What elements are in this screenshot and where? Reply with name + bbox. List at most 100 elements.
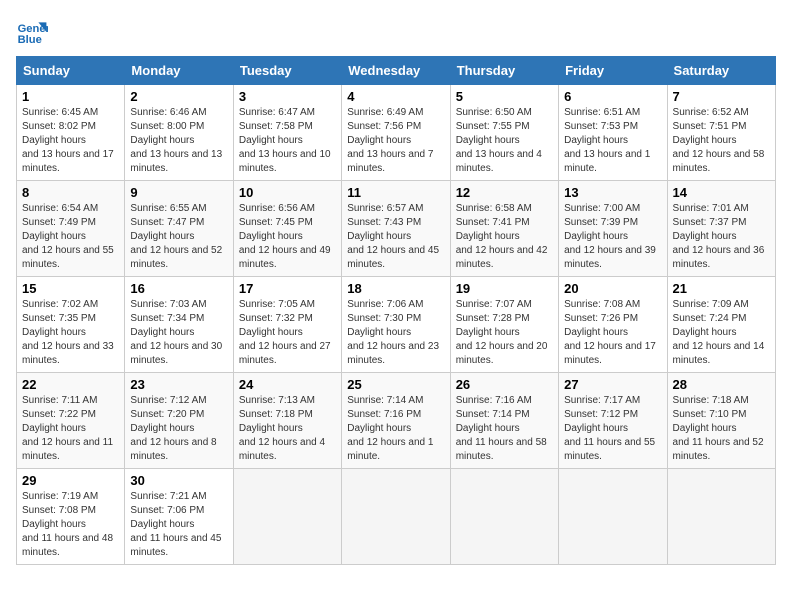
day-cell-23: 23 Sunrise: 7:12 AMSunset: 7:20 PMDayligh… [125, 373, 233, 469]
logo-icon: General Blue [16, 16, 48, 48]
day-cell-2: 2Sunrise: 6:46 AMSunset: 8:00 PMDaylight… [125, 85, 233, 181]
day-number: 9 [130, 185, 227, 200]
day-info: Sunrise: 7:03 AMSunset: 7:34 PMDaylight … [130, 298, 227, 368]
empty-cell [559, 469, 667, 565]
week-row-5: 29Sunrise: 7:19 AMSunset: 7:08 PMDayligh… [17, 469, 776, 565]
day-cell-19: 19 Sunrise: 7:07 AMSunset: 7:28 PMDayligh… [450, 277, 558, 373]
day-number: 23 [130, 377, 227, 392]
day-number: 4 [347, 89, 444, 104]
week-row-2: 8Sunrise: 6:54 AMSunset: 7:49 PMDaylight… [17, 181, 776, 277]
day-cell-6: 6Sunrise: 6:51 AMSunset: 7:53 PMDaylight… [559, 85, 667, 181]
day-cell-14: 14Sunrise: 7:01 AMSunset: 7:37 PMDayligh… [667, 181, 775, 277]
day-cell-11: 11 Sunrise: 6:57 AMSunset: 7:43 PMDayligh… [342, 181, 450, 277]
day-number: 22 [22, 377, 119, 392]
day-info: Sunrise: 6:45 AMSunset: 8:02 PMDaylight … [22, 106, 119, 176]
day-info: Sunrise: 7:11 AMSunset: 7:22 PMDaylight … [22, 394, 119, 464]
day-number: 19 [456, 281, 553, 296]
day-cell-5: 5 Sunrise: 6:50 AMSunset: 7:55 PMDaylight… [450, 85, 558, 181]
day-number: 26 [456, 377, 553, 392]
day-number: 30 [130, 473, 227, 488]
header-cell-tuesday: Tuesday [233, 57, 341, 85]
day-cell-8: 8Sunrise: 6:54 AMSunset: 7:49 PMDaylight… [17, 181, 125, 277]
day-info: Sunrise: 7:17 AMSunset: 7:12 PMDaylight … [564, 394, 661, 464]
day-info: Sunrise: 6:50 AMSunset: 7:55 PMDaylight … [456, 106, 553, 176]
header-row: SundayMondayTuesdayWednesdayThursdayFrid… [17, 57, 776, 85]
week-row-1: 1 Sunrise: 6:45 AMSunset: 8:02 PMDaylight… [17, 85, 776, 181]
day-info: Sunrise: 7:00 AMSunset: 7:39 PMDaylight … [564, 202, 661, 272]
day-number: 1 [22, 89, 119, 104]
calendar-table: SundayMondayTuesdayWednesdayThursdayFrid… [16, 56, 776, 565]
day-info: Sunrise: 7:06 AMSunset: 7:30 PMDaylight … [347, 298, 444, 368]
day-number: 16 [130, 281, 227, 296]
day-cell-3: 3 Sunrise: 6:47 AMSunset: 7:58 PMDaylight… [233, 85, 341, 181]
day-cell-16: 16 Sunrise: 7:03 AMSunset: 7:34 PMDayligh… [125, 277, 233, 373]
day-info: Sunrise: 7:14 AMSunset: 7:16 PMDaylight … [347, 394, 444, 464]
day-cell-28: 28Sunrise: 7:18 AMSunset: 7:10 PMDayligh… [667, 373, 775, 469]
day-cell-13: 13 Sunrise: 7:00 AMSunset: 7:39 PMDayligh… [559, 181, 667, 277]
day-cell-7: 7Sunrise: 6:52 AMSunset: 7:51 PMDaylight… [667, 85, 775, 181]
day-cell-4: 4 Sunrise: 6:49 AMSunset: 7:56 PMDaylight… [342, 85, 450, 181]
calendar-header: SundayMondayTuesdayWednesdayThursdayFrid… [17, 57, 776, 85]
day-info: Sunrise: 7:19 AMSunset: 7:08 PMDaylight … [22, 490, 119, 560]
day-info: Sunrise: 7:12 AMSunset: 7:20 PMDaylight … [130, 394, 227, 464]
day-info: Sunrise: 7:13 AMSunset: 7:18 PMDaylight … [239, 394, 336, 464]
day-cell-29: 29Sunrise: 7:19 AMSunset: 7:08 PMDayligh… [17, 469, 125, 565]
day-number: 13 [564, 185, 661, 200]
calendar-body: 1 Sunrise: 6:45 AMSunset: 8:02 PMDaylight… [17, 85, 776, 565]
header-cell-saturday: Saturday [667, 57, 775, 85]
day-cell-25: 25 Sunrise: 7:14 AMSunset: 7:16 PMDayligh… [342, 373, 450, 469]
day-info: Sunrise: 6:57 AMSunset: 7:43 PMDaylight … [347, 202, 444, 272]
day-cell-9: 9 Sunrise: 6:55 AMSunset: 7:47 PMDaylight… [125, 181, 233, 277]
day-cell-26: 26Sunrise: 7:16 AMSunset: 7:14 PMDayligh… [450, 373, 558, 469]
header-cell-sunday: Sunday [17, 57, 125, 85]
header-cell-thursday: Thursday [450, 57, 558, 85]
day-number: 27 [564, 377, 661, 392]
empty-cell [450, 469, 558, 565]
day-cell-10: 10 Sunrise: 6:56 AMSunset: 7:45 PMDayligh… [233, 181, 341, 277]
day-number: 12 [456, 185, 553, 200]
day-info: Sunrise: 6:52 AMSunset: 7:51 PMDaylight … [673, 106, 770, 176]
day-number: 2 [130, 89, 227, 104]
day-info: Sunrise: 7:07 AMSunset: 7:28 PMDaylight … [456, 298, 553, 368]
day-number: 20 [564, 281, 661, 296]
day-info: Sunrise: 6:47 AMSunset: 7:58 PMDaylight … [239, 106, 336, 176]
day-info: Sunrise: 6:49 AMSunset: 7:56 PMDaylight … [347, 106, 444, 176]
day-info: Sunrise: 7:08 AMSunset: 7:26 PMDaylight … [564, 298, 661, 368]
day-info: Sunrise: 7:18 AMSunset: 7:10 PMDaylight … [673, 394, 770, 464]
day-cell-30: 30 Sunrise: 7:21 AMSunset: 7:06 PMDayligh… [125, 469, 233, 565]
day-cell-15: 15 Sunrise: 7:02 AMSunset: 7:35 PMDayligh… [17, 277, 125, 373]
day-number: 11 [347, 185, 444, 200]
day-cell-1: 1 Sunrise: 6:45 AMSunset: 8:02 PMDaylight… [17, 85, 125, 181]
empty-cell [342, 469, 450, 565]
day-number: 25 [347, 377, 444, 392]
day-info: Sunrise: 7:05 AMSunset: 7:32 PMDaylight … [239, 298, 336, 368]
svg-text:Blue: Blue [18, 34, 42, 46]
day-cell-18: 18 Sunrise: 7:06 AMSunset: 7:30 PMDayligh… [342, 277, 450, 373]
day-number: 10 [239, 185, 336, 200]
day-number: 21 [673, 281, 770, 296]
day-cell-17: 17Sunrise: 7:05 AMSunset: 7:32 PMDayligh… [233, 277, 341, 373]
header-cell-monday: Monday [125, 57, 233, 85]
week-row-3: 15 Sunrise: 7:02 AMSunset: 7:35 PMDayligh… [17, 277, 776, 373]
day-info: Sunrise: 7:21 AMSunset: 7:06 PMDaylight … [130, 490, 227, 560]
day-info: Sunrise: 6:55 AMSunset: 7:47 PMDaylight … [130, 202, 227, 272]
day-info: Sunrise: 6:51 AMSunset: 7:53 PMDaylight … [564, 106, 661, 176]
day-number: 3 [239, 89, 336, 104]
day-info: Sunrise: 6:56 AMSunset: 7:45 PMDaylight … [239, 202, 336, 272]
day-info: Sunrise: 7:01 AMSunset: 7:37 PMDaylight … [673, 202, 770, 272]
day-number: 8 [22, 185, 119, 200]
day-cell-12: 12Sunrise: 6:58 AMSunset: 7:41 PMDayligh… [450, 181, 558, 277]
day-cell-22: 22 Sunrise: 7:11 AMSunset: 7:22 PMDayligh… [17, 373, 125, 469]
empty-cell [233, 469, 341, 565]
day-cell-24: 24 Sunrise: 7:13 AMSunset: 7:18 PMDayligh… [233, 373, 341, 469]
header-cell-friday: Friday [559, 57, 667, 85]
logo: General Blue [16, 16, 52, 48]
week-row-4: 22 Sunrise: 7:11 AMSunset: 7:22 PMDayligh… [17, 373, 776, 469]
day-info: Sunrise: 7:02 AMSunset: 7:35 PMDaylight … [22, 298, 119, 368]
header: General Blue [16, 16, 776, 48]
day-number: 15 [22, 281, 119, 296]
day-info: Sunrise: 7:09 AMSunset: 7:24 PMDaylight … [673, 298, 770, 368]
day-number: 5 [456, 89, 553, 104]
day-number: 18 [347, 281, 444, 296]
day-number: 24 [239, 377, 336, 392]
